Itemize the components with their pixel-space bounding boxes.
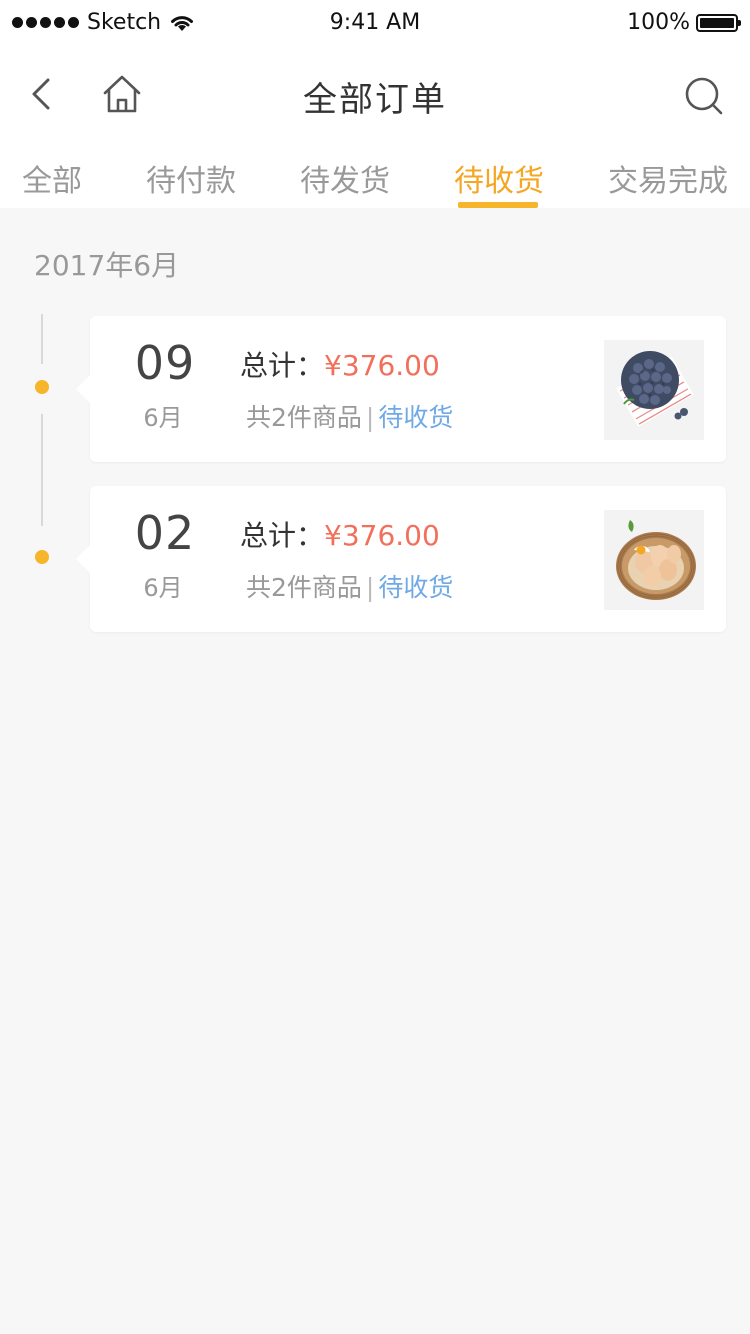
tab-pending-shipment[interactable]: 待发货 bbox=[300, 156, 390, 200]
total-label: 总计： bbox=[240, 519, 325, 552]
order-status[interactable]: 待收货 bbox=[378, 573, 453, 602]
timeline-dot bbox=[35, 380, 49, 394]
timeline-line bbox=[41, 314, 43, 364]
battery-icon bbox=[696, 13, 741, 32]
item-count: 共2件商品 bbox=[246, 403, 362, 432]
order-month: 6月 bbox=[143, 404, 183, 432]
order-card[interactable]: 02 6月 总计：¥376.00 共2件商品 | 待收货 bbox=[76, 486, 726, 632]
order-total: 总计：¥376.00 bbox=[240, 514, 440, 554]
battery-percent: 100% bbox=[627, 10, 690, 35]
eggs-basket-image bbox=[604, 510, 704, 610]
tab-all[interactable]: 全部 bbox=[22, 156, 82, 200]
meta-separator: | bbox=[365, 403, 375, 432]
active-tab-indicator bbox=[458, 202, 538, 208]
order-card[interactable]: 09 6月 总计：¥376.00 共2件商品 | 待收货 bbox=[76, 316, 726, 462]
tab-completed[interactable]: 交易完成 bbox=[608, 156, 728, 200]
order-status[interactable]: 待收货 bbox=[378, 403, 453, 432]
total-label: 总计： bbox=[240, 349, 325, 382]
order-month: 6月 bbox=[143, 574, 183, 602]
timeline-line bbox=[41, 414, 43, 526]
tab-pending-payment[interactable]: 待付款 bbox=[146, 156, 236, 200]
meta-separator: | bbox=[365, 573, 375, 602]
total-price: ¥376.00 bbox=[324, 519, 440, 552]
status-right: 100% bbox=[627, 10, 741, 35]
nav-bar: 全部订单 bbox=[0, 46, 750, 142]
order-day: 02 bbox=[134, 506, 196, 560]
order-tabs: 全部 待付款 待发货 待收货 交易完成 bbox=[0, 142, 750, 208]
month-group-label: 2017年6月 bbox=[34, 249, 180, 282]
page-title: 全部订单 bbox=[303, 80, 447, 120]
status-bar: Sketch 9:41 AM 100% bbox=[0, 0, 750, 46]
order-total: 总计：¥376.00 bbox=[240, 344, 440, 384]
timeline-dot bbox=[35, 550, 49, 564]
header: Sketch 9:41 AM 100% 全部订单 全部 待付款 待发货 待收货 … bbox=[0, 0, 750, 208]
item-count: 共2件商品 bbox=[246, 573, 362, 602]
total-price: ¥376.00 bbox=[324, 349, 440, 382]
order-day: 09 bbox=[134, 336, 196, 390]
search-icon[interactable] bbox=[684, 76, 724, 116]
order-meta: 共2件商品 | 待收货 bbox=[246, 398, 453, 434]
tab-pending-receipt[interactable]: 待收货 bbox=[454, 156, 544, 200]
order-meta: 共2件商品 | 待收货 bbox=[246, 568, 453, 604]
blueberries-image bbox=[604, 340, 704, 440]
